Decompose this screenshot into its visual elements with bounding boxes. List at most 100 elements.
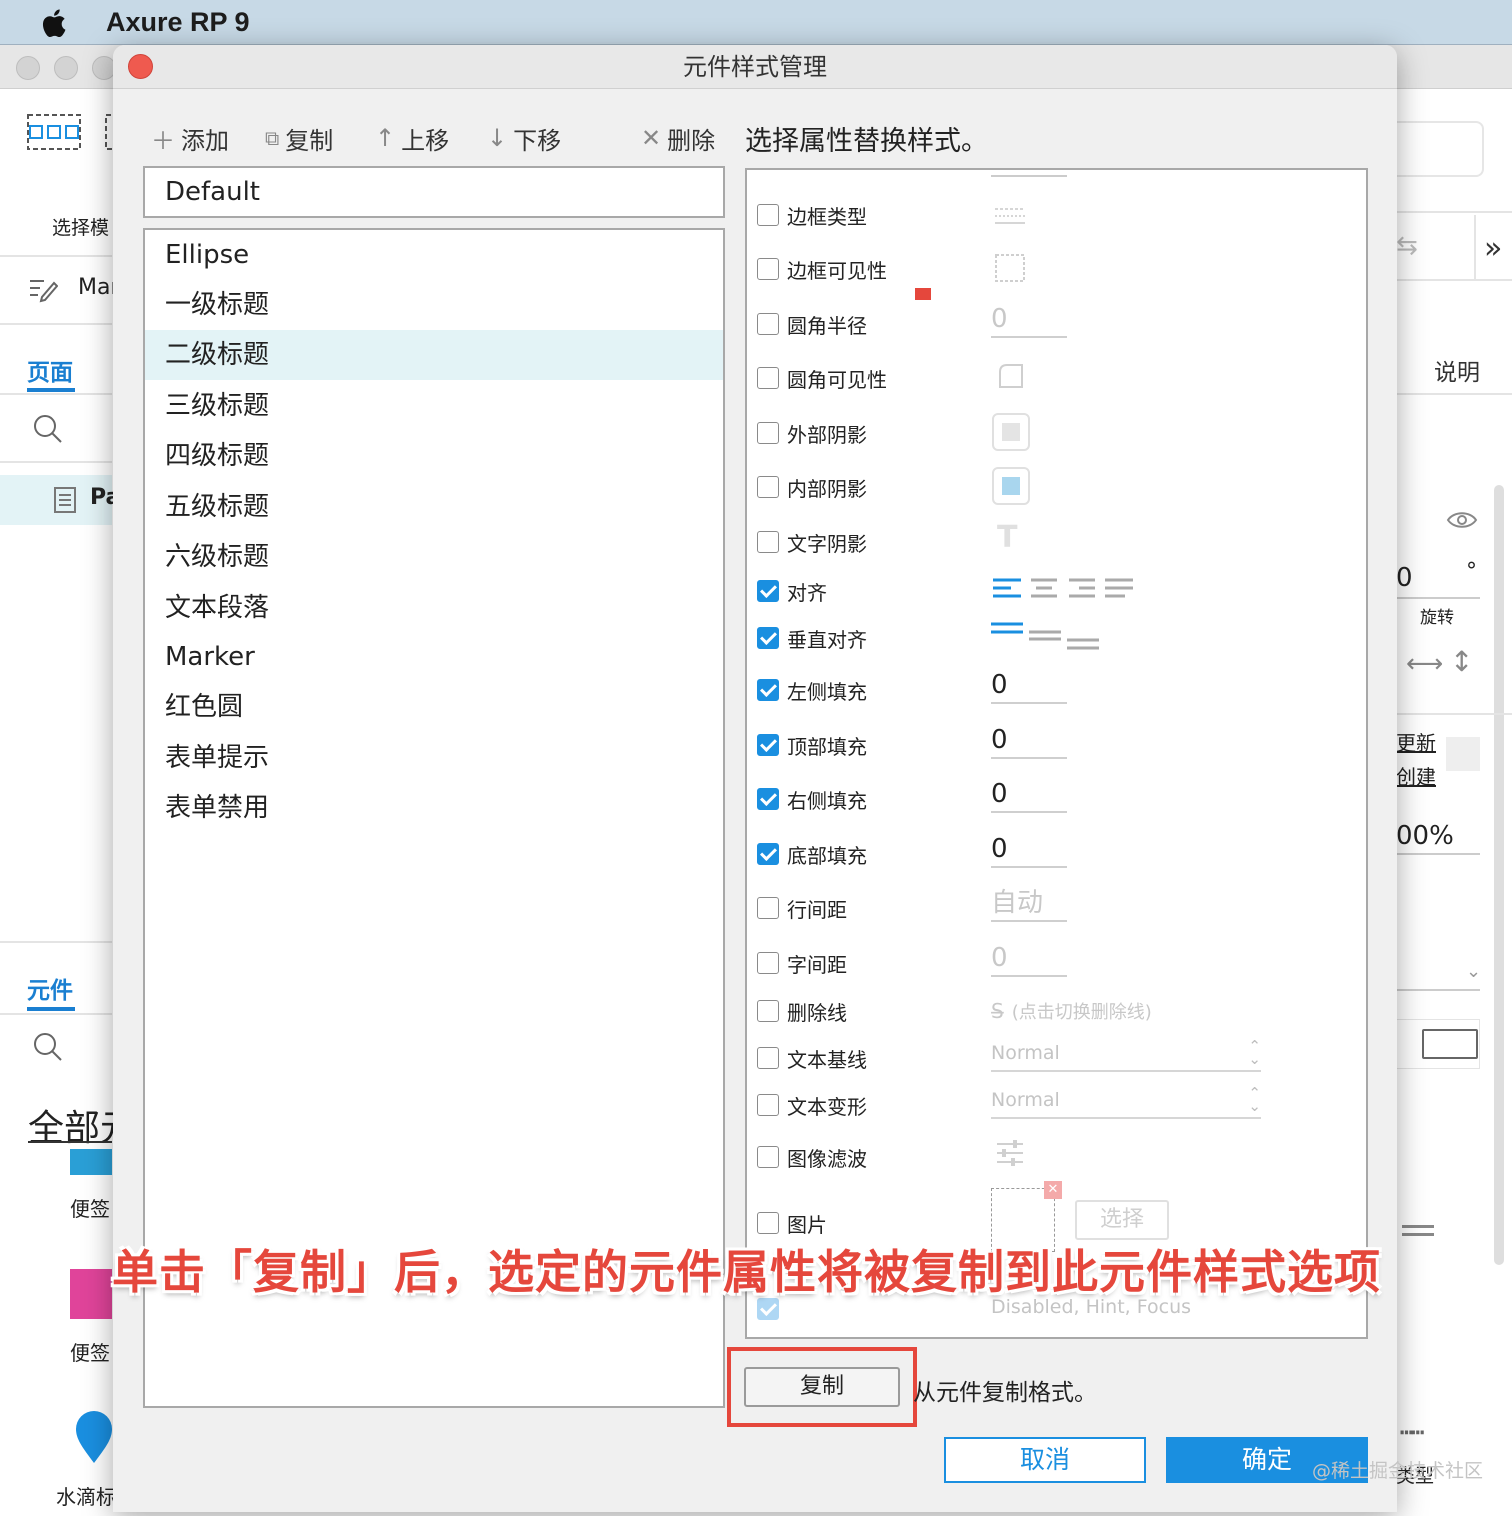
char-spacing-input[interactable]: 0 — [991, 941, 1067, 977]
prop-text-shadow[interactable]: 文字阴影 — [757, 527, 867, 557]
vertical-align-icons[interactable] — [991, 620, 1101, 654]
search-icon[interactable] — [32, 1031, 64, 1063]
style-item[interactable]: 四级标题 — [145, 431, 723, 481]
style-item[interactable]: 五级标题 — [145, 482, 723, 532]
style-list[interactable]: Ellipse 一级标题 二级标题 三级标题 四级标题 五级标题 六级标题 文本… — [143, 228, 725, 1408]
prop-align[interactable]: 对齐 — [757, 576, 827, 606]
checkbox[interactable] — [757, 1000, 779, 1022]
prop-corner-visibility[interactable]: 圆角可见性 — [757, 363, 887, 393]
apple-logo-icon[interactable] — [38, 7, 68, 38]
tab-components[interactable]: 元件 — [27, 971, 73, 1005]
prop-strikethrough[interactable]: 删除线 — [757, 996, 847, 1026]
checkbox[interactable] — [757, 531, 779, 553]
prop-corner-radius[interactable]: 圆角半径 — [757, 309, 867, 339]
style-item[interactable]: 一级标题 — [145, 280, 723, 330]
checkbox[interactable] — [757, 367, 779, 389]
checkbox[interactable] — [757, 1047, 779, 1069]
baseline-select[interactable]: Normal ⌃ ⌄ — [991, 1038, 1261, 1072]
rotate-value[interactable]: 0 — [1396, 563, 1413, 593]
style-item[interactable]: 六级标题 — [145, 532, 723, 582]
checkbox[interactable] — [757, 1094, 779, 1116]
add-style-button[interactable]: ＋添加 — [151, 121, 229, 155]
style-item[interactable]: Ellipse — [145, 230, 723, 280]
checkbox-checked[interactable] — [757, 580, 779, 602]
border-type-icon[interactable]: ┅┅ — [1400, 1421, 1424, 1446]
fit-width-icon[interactable]: ⟷ — [1406, 649, 1443, 679]
prop-baseline[interactable]: 文本基线 — [757, 1043, 867, 1073]
line-spacing-input[interactable]: 自动 — [991, 886, 1067, 922]
checkbox[interactable] — [757, 258, 779, 280]
collapse-panel-icon[interactable]: » — [1484, 231, 1502, 266]
padding-right-input[interactable]: 0 — [991, 777, 1067, 813]
corner-radius-input[interactable]: 0 — [991, 302, 1067, 338]
checkbox[interactable] — [757, 952, 779, 974]
default-style-item[interactable]: Default — [143, 166, 725, 218]
tab-pages[interactable]: 页面 — [27, 353, 73, 387]
style-item[interactable]: 文本段落 — [145, 583, 723, 633]
checkbox[interactable] — [757, 313, 779, 335]
prop-border-type[interactable]: 边框类型 — [757, 200, 867, 230]
checkbox[interactable] — [757, 1212, 779, 1234]
search-box[interactable] — [1396, 121, 1484, 177]
padding-bottom-input[interactable]: 0 — [991, 832, 1067, 868]
update-style-link[interactable]: 更新 — [1396, 727, 1436, 756]
checkbox[interactable] — [757, 1146, 779, 1168]
style-item[interactable]: 表单提示 — [145, 733, 723, 783]
minimize-window-icon[interactable] — [54, 56, 78, 80]
style-item-selected[interactable]: 二级标题 — [145, 330, 723, 380]
checkbox-checked[interactable] — [757, 679, 779, 701]
edit-style-icon[interactable] — [1446, 737, 1480, 771]
prop-border-visibility[interactable]: 边框可见性 — [757, 254, 887, 284]
checkbox[interactable] — [757, 422, 779, 444]
prop-padding-right[interactable]: 右侧填充 — [757, 784, 867, 814]
app-name[interactable]: Axure RP 9 — [106, 7, 250, 38]
duplicate-style-button[interactable]: ⧉ 复制 — [265, 121, 333, 155]
checkbox-checked[interactable] — [757, 843, 779, 865]
padding-top-input[interactable]: 0 — [991, 723, 1067, 759]
shape-selector[interactable] — [1396, 1019, 1480, 1069]
prop-padding-left[interactable]: 左侧填充 — [757, 675, 867, 705]
page-item[interactable]: Pa — [0, 475, 120, 525]
cancel-button[interactable]: 取消 — [944, 1437, 1146, 1483]
checkbox[interactable] — [757, 204, 779, 226]
select-mode-icon[interactable] — [26, 113, 112, 153]
checkbox-checked[interactable] — [757, 788, 779, 810]
swap-icon[interactable]: ⇆ — [1396, 231, 1418, 261]
opacity-value[interactable]: 00% — [1396, 821, 1454, 851]
checkbox-checked[interactable] — [757, 627, 779, 649]
prop-text-transform[interactable]: 文本变形 — [757, 1090, 867, 1120]
sticky-note-pink-icon[interactable] — [70, 1269, 112, 1319]
prop-char-spacing[interactable]: 字间距 — [757, 948, 847, 978]
prop-padding-top[interactable]: 顶部填充 — [757, 730, 867, 760]
line-style-icon[interactable] — [1402, 1233, 1434, 1236]
prop-padding-bottom[interactable]: 底部填充 — [757, 839, 867, 869]
prop-image-filter[interactable]: 图像滤波 — [757, 1142, 867, 1172]
style-item[interactable]: 三级标题 — [145, 381, 723, 431]
close-icon[interactable]: ✕ — [1044, 1181, 1062, 1199]
strikethrough-toggle[interactable]: S̶ (点击切换删除线) — [991, 998, 1152, 1024]
image-select-button[interactable]: 选择 — [1075, 1200, 1169, 1240]
move-up-button[interactable]: ↑ 上移 — [375, 121, 449, 155]
create-style-link[interactable]: 创建 — [1396, 761, 1436, 790]
text-align-icons[interactable] — [991, 576, 1135, 600]
style-item[interactable]: Marker — [145, 632, 723, 682]
prop-inner-shadow[interactable]: 内部阴影 — [757, 472, 867, 502]
water-drop-marker-icon[interactable] — [74, 1409, 114, 1465]
prop-outer-shadow[interactable]: 外部阴影 — [757, 418, 867, 448]
edit-note-icon[interactable] — [28, 275, 58, 303]
checkbox-checked[interactable] — [757, 734, 779, 756]
transform-select[interactable]: Normal ⌃ ⌄ — [991, 1085, 1261, 1119]
properties-panel[interactable]: 边框类型 边框可见性 圆角半径 0 圆角可见性 外部阴影 内部阴影 文字阴影 T… — [745, 168, 1368, 1339]
scrollbar[interactable] — [1494, 485, 1504, 1265]
checkbox[interactable] — [757, 897, 779, 919]
checkbox[interactable] — [757, 476, 779, 498]
prop-vertical-align[interactable]: 垂直对齐 — [757, 623, 867, 653]
prop-line-spacing[interactable]: 行间距 — [757, 893, 847, 923]
tab-notes[interactable]: 说明 — [1434, 353, 1480, 387]
copy-from-widget-button[interactable]: 复制 — [744, 1367, 900, 1407]
sticky-note-blue-icon[interactable] — [70, 1149, 112, 1175]
eye-icon[interactable] — [1446, 509, 1478, 531]
prop-image[interactable]: 图片 — [757, 1208, 827, 1238]
search-icon[interactable] — [32, 413, 64, 445]
padding-left-input[interactable]: 0 — [991, 668, 1067, 704]
